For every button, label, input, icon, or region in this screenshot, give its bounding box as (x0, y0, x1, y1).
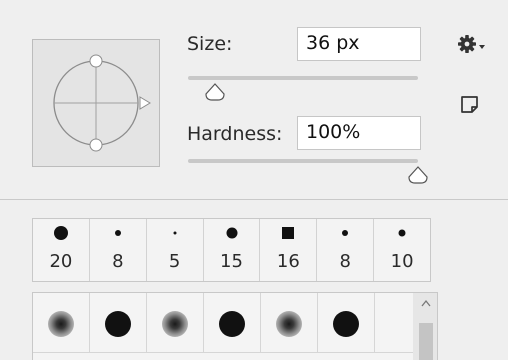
recent-brush-size: 20 (49, 251, 73, 272)
hard-round-brush-icon (333, 311, 359, 337)
recent-brush-size: 15 (220, 251, 243, 272)
new-preset-icon[interactable] (458, 93, 482, 117)
scrollbar-thumb[interactable] (419, 323, 433, 360)
recent-brush-4[interactable]: 15 (204, 219, 261, 281)
brush-tip-icon (114, 230, 121, 236)
size-input[interactable]: 36 px (297, 27, 421, 61)
brush-preset-1[interactable] (33, 293, 90, 353)
brush-preset-grid (32, 292, 438, 360)
brush-tip-icon (226, 227, 237, 239)
hardness-slider-thumb[interactable] (407, 166, 429, 184)
size-slider-thumb[interactable] (204, 83, 226, 101)
brush-preset-6[interactable] (318, 293, 375, 353)
brush-tip-preview[interactable] (32, 39, 160, 167)
size-slider-track[interactable] (188, 76, 418, 80)
recent-brush-3[interactable]: 5 (147, 219, 204, 281)
soft-round-brush-icon (162, 311, 188, 337)
brush-preset-2[interactable] (90, 293, 147, 353)
recent-brush-size: 5 (168, 251, 181, 272)
recent-brush-1[interactable]: 20 (33, 219, 90, 281)
brush-tip-icon (53, 226, 68, 240)
recent-brush-size: 8 (339, 251, 351, 272)
hardness-input[interactable]: 100% (297, 116, 421, 150)
hardness-label: Hardness: (187, 123, 283, 145)
recent-brush-size: 10 (390, 251, 414, 272)
recent-brush-size: 16 (276, 251, 300, 272)
section-divider (0, 199, 508, 200)
recent-brush-2[interactable]: 8 (90, 219, 147, 281)
brush-angle-roundness-icon (53, 54, 151, 152)
soft-round-brush-icon (48, 311, 74, 337)
brush-tip-icon (173, 231, 177, 235)
brush-tip-icon (342, 230, 349, 236)
brush-preset-empty (375, 293, 413, 353)
gear-icon[interactable] (456, 30, 490, 58)
brush-preset-3[interactable] (147, 293, 204, 353)
preset-scrollbar[interactable] (413, 293, 437, 360)
recent-brush-7[interactable]: 10 (374, 219, 430, 281)
size-label: Size: (187, 33, 233, 55)
brush-preset-5[interactable] (261, 293, 318, 353)
brush-tip-icon (398, 229, 406, 237)
brush-preset-4[interactable] (204, 293, 261, 353)
hardness-slider-track[interactable] (188, 159, 418, 163)
chevron-up-icon[interactable] (421, 299, 431, 307)
hard-round-brush-icon (105, 311, 131, 337)
recent-brush-5[interactable]: 16 (260, 219, 318, 281)
recent-brushes-strip: 20 8 5 15 16 8 10 (32, 218, 431, 282)
recent-brush-6[interactable]: 8 (317, 219, 375, 281)
recent-brush-size: 8 (112, 251, 124, 272)
soft-round-brush-icon (276, 311, 302, 337)
brush-tip-icon (282, 227, 295, 239)
hard-round-brush-icon (219, 311, 245, 337)
